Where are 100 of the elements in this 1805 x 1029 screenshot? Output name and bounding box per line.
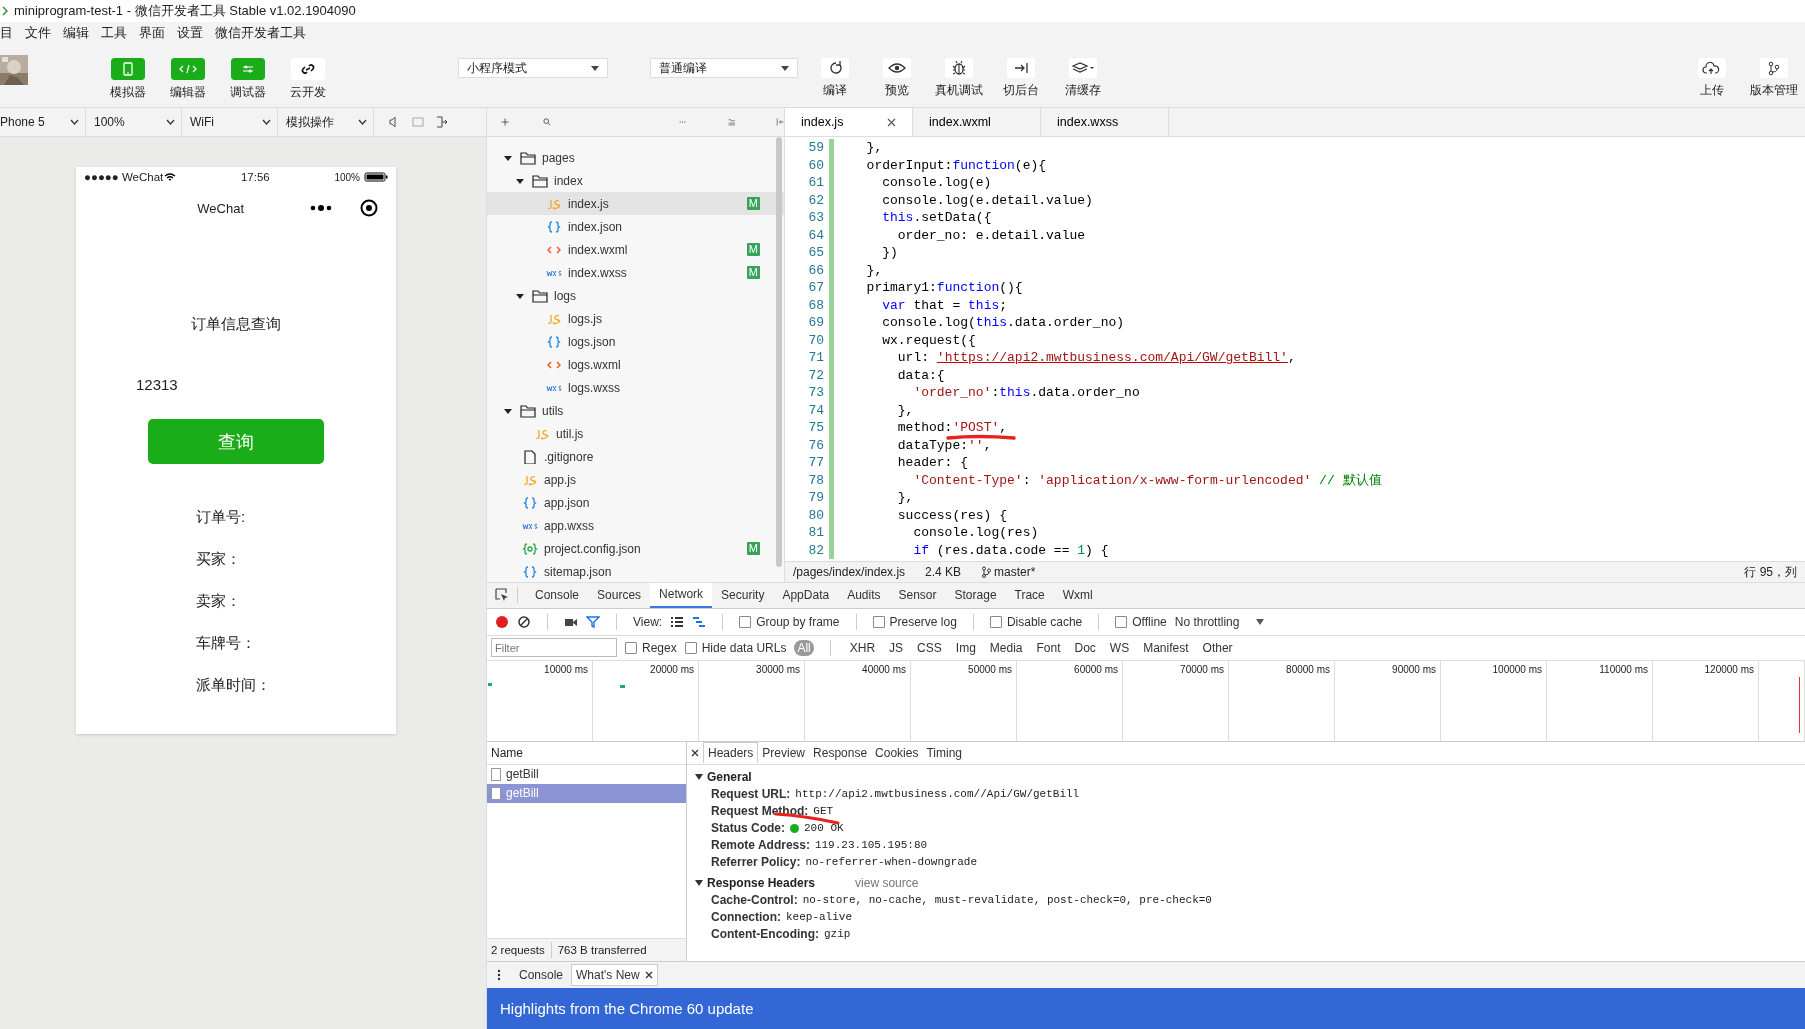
devtools-tab[interactable]: Sensor	[889, 583, 946, 608]
checkbox[interactable]	[684, 641, 697, 654]
tree-item[interactable]: app.js	[487, 468, 784, 491]
view-toggle-button[interactable]: 云开发	[278, 58, 338, 101]
view-toggle-button[interactable]: 编辑器	[158, 58, 218, 101]
type-filter[interactable]: WS	[1106, 639, 1133, 656]
clear-icon[interactable]	[517, 614, 531, 629]
checkbox-label[interactable]: Preserve log	[889, 614, 957, 629]
tree-item[interactable]: .gitignore	[487, 445, 784, 468]
toolbar-button[interactable]: 清缓存	[1052, 58, 1114, 99]
checkbox-label[interactable]: Hide data URLs	[701, 640, 787, 655]
filter-icon[interactable]	[586, 614, 600, 629]
scrollbar[interactable]	[776, 137, 782, 567]
simulate-select[interactable]: 模拟操作	[286, 108, 374, 136]
split-icon[interactable]	[775, 115, 784, 129]
line-number: 82	[807, 541, 825, 559]
devtools-tab[interactable]: Network	[650, 583, 713, 608]
devtools-tab[interactable]: Storage	[945, 583, 1006, 608]
devtools-tab[interactable]: Wxml	[1053, 583, 1102, 608]
type-filter[interactable]: Img	[952, 639, 979, 656]
tree-item[interactable]: utils	[487, 399, 784, 422]
menu-item[interactable]: 微信开发者工具	[215, 24, 306, 42]
devtools-tab[interactable]: AppData	[773, 583, 839, 608]
exit-icon[interactable]	[436, 116, 448, 128]
checkbox[interactable]	[739, 615, 752, 628]
menu-item[interactable]: 设置	[177, 24, 203, 42]
type-filter[interactable]: JS	[886, 639, 907, 656]
checkbox-label[interactable]: Regex	[642, 640, 677, 655]
drawer-tab[interactable]: What's New	[571, 964, 658, 987]
type-filter[interactable]: Font	[1033, 639, 1064, 656]
toolbar-button[interactable]: 预览	[866, 58, 928, 99]
checkbox[interactable]	[1115, 615, 1128, 628]
tree-item[interactable]: pages	[487, 146, 784, 169]
filter-field[interactable]: Filter	[491, 638, 617, 658]
throttling-select[interactable]: No throttling	[1174, 614, 1240, 629]
devtools-tab[interactable]: Console	[526, 583, 589, 608]
devtools-tab[interactable]: Security	[712, 583, 774, 608]
menu-item[interactable]: 编辑	[63, 24, 89, 42]
detail-tab[interactable]: Cookies	[871, 742, 923, 763]
type-filter[interactable]: XHR	[846, 639, 879, 656]
checkbox-label[interactable]: Group by frame	[756, 614, 840, 629]
devtools-tab[interactable]: Trace	[1005, 583, 1054, 608]
update-banner[interactable]: Highlights from the Chrome 60 update	[487, 988, 1805, 1029]
type-filter[interactable]: Media	[986, 639, 1026, 656]
section-title[interactable]: Response Headers	[707, 875, 816, 890]
tree-item[interactable]: index.json	[487, 215, 784, 238]
list-icon[interactable]	[670, 614, 685, 629]
checkbox-label[interactable]: Disable cache	[1006, 614, 1083, 629]
drawer-tab[interactable]: Console	[515, 964, 568, 987]
detail-tab[interactable]: Response	[809, 742, 872, 763]
order-input-field[interactable]: 12313	[134, 374, 312, 395]
tree-item[interactable]: app.json	[487, 491, 784, 514]
view-source-link[interactable]: view source	[855, 875, 919, 890]
request-row[interactable]: getBill	[487, 764, 686, 784]
tree-item[interactable]: index.js M	[487, 192, 784, 215]
compile-select[interactable]: 普通编译	[650, 58, 798, 78]
detail-tab[interactable]: Preview	[758, 742, 810, 763]
waterfall-icon[interactable]	[692, 614, 707, 629]
tree-item[interactable]: sitemap.json	[487, 560, 784, 583]
menu-item[interactable]: 目	[0, 24, 13, 42]
checkbox[interactable]	[625, 641, 637, 654]
tree-item[interactable]: index	[487, 169, 784, 192]
view-toggle-button[interactable]: 调试器	[218, 58, 278, 101]
toolbar-button[interactable]: 真机调试	[928, 58, 990, 99]
network-select[interactable]: WiFi	[190, 108, 278, 136]
type-filter[interactable]: CSS	[914, 639, 945, 656]
editor-tab[interactable]: index.js	[785, 108, 913, 136]
toolbar-button[interactable]: 编译	[804, 58, 866, 99]
zoom-select[interactable]: 100%	[94, 108, 182, 136]
menu-item[interactable]: 文件	[25, 24, 51, 42]
tree-item[interactable]: util.js	[487, 422, 784, 445]
tree-item[interactable]: logs.wxss	[487, 376, 784, 399]
tree-item[interactable]: logs.json	[487, 330, 784, 353]
devtools-tab[interactable]: Audits	[838, 583, 890, 608]
inspect-icon[interactable]	[495, 588, 509, 603]
type-filter[interactable]: Manifest	[1140, 639, 1192, 656]
checkbox[interactable]	[872, 615, 885, 628]
section-title[interactable]: General	[707, 769, 752, 784]
tree-item[interactable]: logs.js	[487, 307, 784, 330]
type-filter[interactable]: Other	[1199, 639, 1236, 656]
checkbox[interactable]	[989, 615, 1002, 628]
devtools-tab[interactable]: Sources	[588, 583, 651, 608]
detail-tab[interactable]: Headers	[703, 742, 759, 764]
toolbar-button[interactable]: 版本管理	[1743, 58, 1805, 99]
view-toggle-button[interactable]: 模拟器	[98, 58, 158, 101]
plus-icon[interactable]	[501, 115, 510, 129]
modified-badge: M	[746, 197, 760, 210]
toolbar-button[interactable]: 上传	[1681, 58, 1743, 99]
menu-item[interactable]: 工具	[101, 24, 127, 42]
detail-tab[interactable]: Timing	[922, 742, 966, 763]
tree-item[interactable]: app.wxss	[487, 514, 784, 537]
mode-select[interactable]: 小程序模式	[458, 58, 608, 78]
header-name: Connection:	[711, 910, 781, 925]
device-select[interactable]: Phone 5	[0, 108, 86, 136]
checkbox-label[interactable]: Offline	[1132, 614, 1167, 629]
menu-item[interactable]: 界面	[139, 24, 165, 42]
toolbar-button[interactable]: 切后台	[990, 58, 1052, 99]
tree-item[interactable]: logs	[487, 284, 784, 307]
record-icon[interactable]	[495, 614, 509, 629]
type-filter[interactable]: Doc	[1071, 639, 1099, 656]
